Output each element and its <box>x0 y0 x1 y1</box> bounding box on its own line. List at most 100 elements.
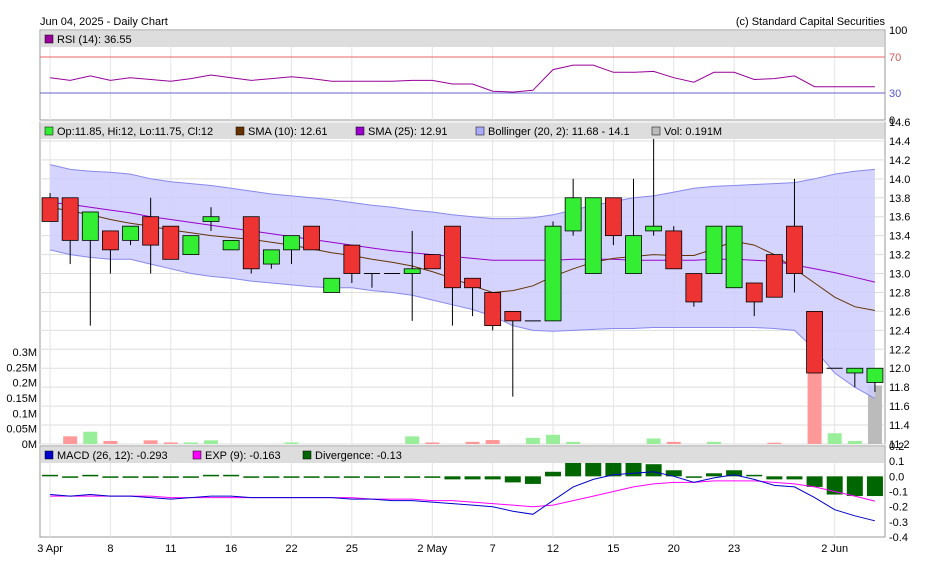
macd-y-tick-label: -0.2 <box>889 502 908 514</box>
x-tick-label: 15 <box>607 543 619 555</box>
candlestick <box>544 221 562 322</box>
price-y-tick-label: 12.0 <box>889 363 910 375</box>
candlestick <box>665 226 683 270</box>
candle-body <box>403 268 421 274</box>
divergence-bar <box>806 476 823 487</box>
macd-y-tick-label: 0.0 <box>889 471 904 483</box>
price-y-tick-label: 12.4 <box>889 325 910 337</box>
legend-swatch <box>651 126 661 136</box>
candle-body <box>202 216 220 222</box>
legend-swatch <box>44 34 54 44</box>
candle-body <box>806 311 823 374</box>
x-tick-label: 25 <box>346 543 358 555</box>
price-y-tick-label: 13.2 <box>889 250 910 262</box>
volume-y-tick-label: 0.05M <box>6 424 37 436</box>
x-tick-label: 11 <box>165 543 176 555</box>
divergence-bar <box>303 476 320 478</box>
legend-label: SMA (25): 12.91 <box>368 126 448 138</box>
legend-label: EXP (9): -0.163 <box>205 450 281 462</box>
divergence-bar <box>62 476 79 478</box>
candle-body <box>604 197 622 237</box>
legend-label: SMA (10): 12.61 <box>248 126 328 138</box>
divergence-bar <box>203 474 220 477</box>
candle-body <box>564 197 582 232</box>
candle-body <box>765 254 783 298</box>
volume-bar <box>163 442 178 444</box>
candlestick <box>303 225 321 251</box>
rsi-y-tick-label: 30 <box>889 88 901 100</box>
x-tick-label: 2 Jun <box>821 543 848 555</box>
volume-bar <box>666 441 681 444</box>
candle-body <box>705 225 723 274</box>
legend-swatch <box>475 126 485 136</box>
volume-bar <box>485 440 500 444</box>
divergence-bar <box>404 476 421 478</box>
volume-bar <box>465 441 480 444</box>
candle-body <box>262 249 280 265</box>
legend-swatch <box>235 126 245 136</box>
volume-bar <box>546 434 561 444</box>
price-y-tick-label: 13.4 <box>889 231 910 243</box>
candle-body <box>645 225 663 232</box>
candle-body <box>725 225 743 289</box>
macd-y-tick-label: 0.2 <box>889 441 904 453</box>
candle-body <box>423 254 441 270</box>
volume-bar <box>425 442 440 444</box>
divergence-bar <box>746 474 763 477</box>
divergence-bar <box>343 476 360 478</box>
volume-y-tick-label: 0.3M <box>13 347 37 359</box>
rsi-y-tick-label: 70 <box>889 52 901 64</box>
price-y-tick-label: 12.2 <box>889 344 910 356</box>
candle-body <box>464 277 481 289</box>
candle-body <box>323 277 341 293</box>
volume-bar <box>525 437 540 444</box>
volume-y-tick-label: 0.25M <box>6 362 37 374</box>
x-tick-label: 16 <box>225 543 237 555</box>
x-tick-label: 12 <box>547 543 559 555</box>
macd-y-tick-label: -0.3 <box>889 517 908 529</box>
price-y-tick-label: 14.0 <box>889 174 910 186</box>
candle-body <box>584 197 602 274</box>
divergence-bar <box>625 462 642 477</box>
x-tick-label: 8 <box>107 543 113 555</box>
divergence-bar <box>504 476 521 483</box>
candle-body <box>665 230 683 270</box>
candle-body <box>504 311 522 322</box>
x-tick-label: 7 <box>490 543 496 555</box>
candle-body <box>182 235 200 255</box>
volume-bar <box>405 436 420 444</box>
divergence-bar <box>846 476 863 497</box>
macd-y-tick-label: 0.1 <box>889 456 904 468</box>
divergence-bar <box>182 476 199 478</box>
rsi-y-tick-label: 100 <box>889 25 907 37</box>
volume-bar <box>284 442 299 444</box>
candle-body <box>745 282 763 303</box>
candle-body <box>444 225 461 289</box>
candle-body <box>142 216 160 246</box>
divergence-bar <box>363 476 380 478</box>
candlestick <box>725 225 743 289</box>
volume-bar <box>143 440 158 444</box>
candle-body <box>303 225 321 251</box>
price-y-tick-label: 14.2 <box>889 155 910 167</box>
divergence-bar <box>545 471 562 477</box>
price-y-tick-label: 12.6 <box>889 306 910 318</box>
divergence-bar <box>866 476 883 497</box>
volume-bar <box>646 438 661 444</box>
divergence-bar <box>323 476 340 478</box>
x-tick-label: 22 <box>285 543 297 555</box>
candle-body <box>81 211 99 241</box>
volume-bar <box>83 431 98 444</box>
legend-swatch <box>302 450 312 460</box>
candle-body <box>102 230 119 251</box>
divergence-bar <box>142 476 159 478</box>
volume-bar <box>103 440 118 444</box>
candlestick <box>222 239 240 251</box>
legend-label: RSI (14): 36.55 <box>57 34 132 46</box>
candle-body <box>786 225 803 274</box>
price-y-tick-label: 14.6 <box>889 117 910 129</box>
legend-swatch <box>44 126 54 136</box>
legend-swatch <box>44 450 54 460</box>
divergence-bar <box>685 476 702 478</box>
legend-bar <box>41 31 884 47</box>
